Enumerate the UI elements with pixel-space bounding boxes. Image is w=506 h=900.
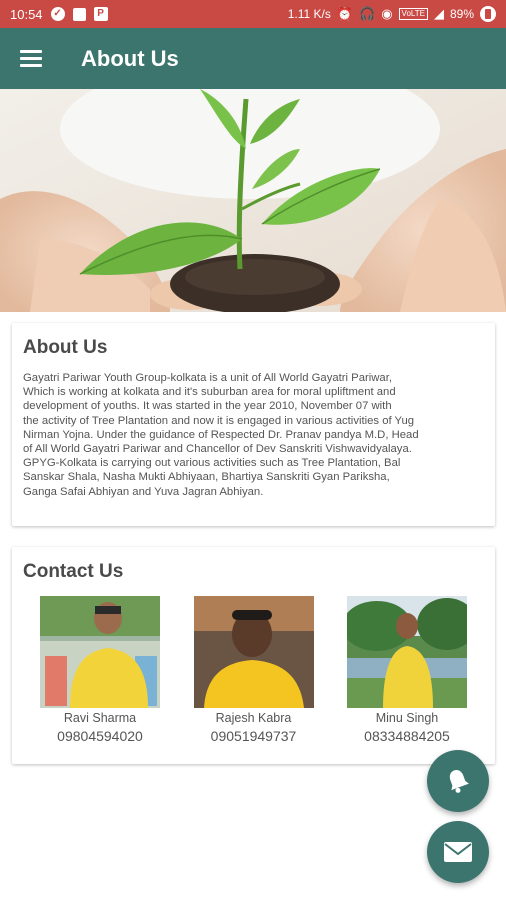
contact-card: Contact Us Ravi Sharma 09804594020 Rajes… — [12, 547, 495, 764]
contact-phone[interactable]: 09051949737 — [194, 726, 314, 746]
network-speed: 1.11 K/s — [287, 7, 331, 21]
battery-icon — [480, 6, 496, 22]
notification-fab-button[interactable] — [427, 750, 489, 812]
contact-item[interactable]: Rajesh Kabra 09051949737 — [193, 596, 314, 746]
battery-percent: 89% — [449, 7, 474, 21]
app-bar: About Us — [0, 28, 506, 89]
contact-photo — [193, 596, 314, 708]
about-line: development of youths. It was started in… — [23, 400, 392, 413]
mail-icon — [444, 842, 472, 862]
image-icon — [72, 7, 86, 21]
hotspot-icon: ◉ — [381, 6, 393, 21]
status-bar: 10:54 ✓ P 1.11 K/s ⏰ 🎧 ◉ VoLTE ◢ 89% — [0, 0, 506, 28]
contact-photo — [40, 596, 160, 708]
hero-image-sapling — [0, 89, 506, 312]
page-title: About Us — [81, 45, 179, 71]
about-line: Nirman Yojna. Under the guidance of Resp… — [23, 428, 419, 441]
contact-phone[interactable]: 09804594020 — [40, 726, 160, 746]
about-description: Gayatri Pariwar Youth Group-kolkata is a… — [23, 371, 484, 499]
contact-name: Ravi Sharma — [63, 711, 137, 725]
headphones-icon: 🎧 — [359, 6, 376, 21]
paytm-icon: P — [93, 7, 108, 21]
contact-name: Rajesh Kabra — [215, 711, 292, 725]
compass-icon: ✓ — [50, 7, 65, 21]
about-line: Ganga Safai Abhiyan and Yuva Jagran Abhi… — [23, 485, 264, 498]
alarm-icon: ⏰ — [336, 6, 354, 21]
about-line: GPYG-Kolkata is carrying out various act… — [23, 457, 401, 470]
hamburger-menu-icon[interactable] — [0, 28, 60, 89]
bell-icon — [449, 770, 469, 793]
contact-list: Ravi Sharma 09804594020 Rajesh Kabra 090… — [23, 596, 484, 746]
contact-title: Contact Us — [23, 561, 124, 582]
signal-icon: ◢ — [433, 6, 444, 21]
mail-fab-button[interactable] — [427, 821, 489, 883]
contact-item[interactable]: Ravi Sharma 09804594020 — [40, 596, 160, 746]
volte-badge: VoLTE — [398, 8, 428, 20]
contact-name: Minu Singh — [375, 711, 439, 725]
about-title: About Us — [23, 337, 108, 358]
contact-item[interactable]: Minu Singh 08334884205 — [347, 596, 467, 746]
about-line: Sanskar Shala, Nasha Mukti Abhiyaan, Bha… — [23, 471, 390, 484]
about-line: of All World Gayatri Pariwar and Chancel… — [23, 443, 412, 456]
contact-phone[interactable]: 08334884205 — [347, 726, 467, 746]
about-line: the activity of Tree Plantation and now … — [23, 414, 415, 427]
about-line: Which is working at kolkata and it's sub… — [23, 386, 396, 399]
status-time: 10:54 — [10, 6, 43, 22]
contact-photo — [347, 596, 467, 708]
about-card: About Us Gayatri Pariwar Youth Group-kol… — [12, 323, 495, 526]
about-line: Gayatri Pariwar Youth Group-kolkata is a… — [23, 372, 392, 384]
